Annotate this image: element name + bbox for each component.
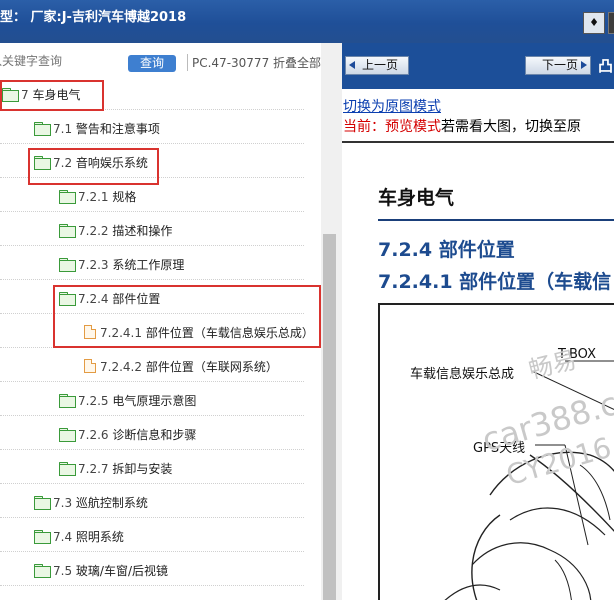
tree-item-7-2-2[interactable]: 7.2.2 描述和操作 bbox=[59, 220, 172, 242]
preview-current-label: 当前： bbox=[343, 119, 385, 135]
divider bbox=[0, 585, 304, 586]
folder-icon bbox=[34, 530, 51, 544]
next-page-label: 下一页 bbox=[542, 58, 579, 72]
tree-item-7-2-3[interactable]: 7.2.3 系统工作原理 bbox=[59, 254, 184, 276]
tree-item-7-2-4-2[interactable]: 7.2.4.2 部件位置（车联网系统） bbox=[84, 356, 278, 378]
tree-label: 照明系统 bbox=[75, 530, 124, 544]
tree-num: 7.4 bbox=[53, 530, 73, 544]
divider bbox=[0, 551, 304, 552]
doc-subheading: 7.2.4.1 部件位置（车载信 bbox=[378, 271, 612, 293]
page-nav-bar: 上一页 下一页 凸 bbox=[342, 43, 614, 89]
divider bbox=[378, 219, 614, 221]
tree-num: 7.2.4.2 bbox=[100, 360, 142, 374]
document-pane: 上一页 下一页 凸 切换为原图模式 当前：预览模式若需看大图，切换至原 车身电气… bbox=[342, 43, 614, 600]
divider bbox=[0, 279, 304, 280]
tree-num: 7.2.6 bbox=[78, 428, 109, 442]
highlight-box bbox=[28, 148, 159, 185]
prev-page-button[interactable]: 上一页 bbox=[345, 56, 409, 75]
section-title: 车身电气 bbox=[378, 187, 455, 209]
folder-icon bbox=[34, 496, 51, 510]
divider bbox=[342, 141, 614, 143]
divider bbox=[0, 211, 304, 212]
nav-extra[interactable]: 凸 bbox=[598, 55, 613, 76]
window-title: 型： 厂家:J-吉利汽车博越2018 bbox=[0, 10, 187, 25]
tree-num: 7.5 bbox=[53, 564, 73, 578]
tree-num: 7.2.1 bbox=[78, 190, 109, 204]
switch-original-link[interactable]: 切换为原图模式 bbox=[343, 96, 441, 116]
document-icon bbox=[84, 359, 96, 373]
arrow-right-icon bbox=[581, 61, 587, 69]
doc-heading: 7.2.4 部件位置 bbox=[378, 239, 515, 261]
folder-icon bbox=[59, 190, 76, 204]
folder-icon bbox=[59, 224, 76, 238]
tree-label: 系统工作原理 bbox=[112, 258, 185, 272]
tree-label: 描述和操作 bbox=[112, 224, 173, 238]
divider bbox=[0, 449, 304, 450]
highlight-box bbox=[0, 80, 104, 111]
tree-label: 规格 bbox=[112, 190, 137, 204]
tree-label: 玻璃/车窗/后视镜 bbox=[75, 564, 169, 578]
divider bbox=[0, 245, 304, 246]
folder-icon bbox=[59, 428, 76, 442]
next-page-button[interactable]: 下一页 bbox=[525, 56, 591, 75]
tree-label: 部件位置（车联网系统） bbox=[145, 360, 278, 374]
divider bbox=[0, 483, 304, 484]
tree-label: 巡航控制系统 bbox=[75, 496, 148, 510]
prev-page-label: 上一页 bbox=[362, 58, 399, 72]
folder-icon bbox=[59, 258, 76, 272]
restore-icon[interactable]: ♦ bbox=[583, 12, 605, 34]
tree-item-7-3[interactable]: 7.3 巡航控制系统 bbox=[34, 492, 148, 514]
tree-num: 7.2.2 bbox=[78, 224, 109, 238]
arrow-left-icon bbox=[349, 61, 355, 69]
component-figure: T-BOX 车载信息娱乐总成 GPS天线 畅易 car388.co CY2016 bbox=[378, 303, 614, 600]
tree-label: 诊断信息和步骤 bbox=[112, 428, 197, 442]
divider bbox=[0, 143, 304, 144]
figure-label: 车载信息娱乐总成 bbox=[410, 367, 515, 382]
tree-item-7-2-5[interactable]: 7.2.5 电气原理示意图 bbox=[59, 390, 196, 412]
title-bar: 型： 厂家:J-吉利汽车博越2018 ♦ bbox=[0, 0, 614, 43]
window-edge bbox=[608, 12, 614, 34]
folder-icon bbox=[59, 462, 76, 476]
tree-label: 拆卸与安装 bbox=[112, 462, 173, 476]
divider bbox=[0, 381, 304, 382]
preview-mode-text: 预览模式 bbox=[385, 119, 441, 135]
folder-icon bbox=[59, 394, 76, 408]
tree-num: 7.1 bbox=[53, 122, 73, 136]
divider bbox=[0, 517, 304, 518]
tree-label: 警告和注意事项 bbox=[75, 122, 160, 136]
tree-label: 电气原理示意图 bbox=[112, 394, 197, 408]
highlight-box bbox=[53, 285, 321, 348]
tree-item-7-4[interactable]: 7.4 照明系统 bbox=[34, 526, 124, 548]
divider bbox=[0, 415, 304, 416]
scrollbar-thumb[interactable] bbox=[323, 234, 336, 600]
search-input[interactable] bbox=[0, 54, 110, 68]
tree-num: 7.2.3 bbox=[78, 258, 109, 272]
tree-item-7-2-7[interactable]: 7.2.7 拆卸与安装 bbox=[59, 458, 172, 480]
search-row: 查询 PC.47-30777 折叠全部 bbox=[0, 51, 337, 73]
preview-hint-text: 若需看大图，切换至原 bbox=[441, 119, 581, 135]
folder-icon bbox=[34, 564, 51, 578]
tree-num: 7.2.5 bbox=[78, 394, 109, 408]
tree-item-7-5[interactable]: 7.5 玻璃/车窗/后视镜 bbox=[34, 560, 168, 582]
tree-item-7-1[interactable]: 7.1 警告和注意事项 bbox=[34, 118, 160, 140]
folder-icon bbox=[34, 122, 51, 136]
tree-item-7-2-6[interactable]: 7.2.6 诊断信息和步骤 bbox=[59, 424, 196, 446]
tree-item-7-2-1[interactable]: 7.2.1 规格 bbox=[59, 186, 136, 208]
tree-num: 7.3 bbox=[53, 496, 73, 510]
toc-pane: 查询 PC.47-30777 折叠全部 7 车身电气 7.1 警告和注意事项 7… bbox=[0, 43, 337, 600]
query-button[interactable]: 查询 bbox=[128, 55, 176, 72]
pc-collapse-all[interactable]: PC.47-30777 折叠全部 bbox=[187, 54, 321, 71]
preview-mode-line: 当前：预览模式若需看大图，切换至原 bbox=[343, 116, 581, 136]
tree-num: 7.2.7 bbox=[78, 462, 109, 476]
